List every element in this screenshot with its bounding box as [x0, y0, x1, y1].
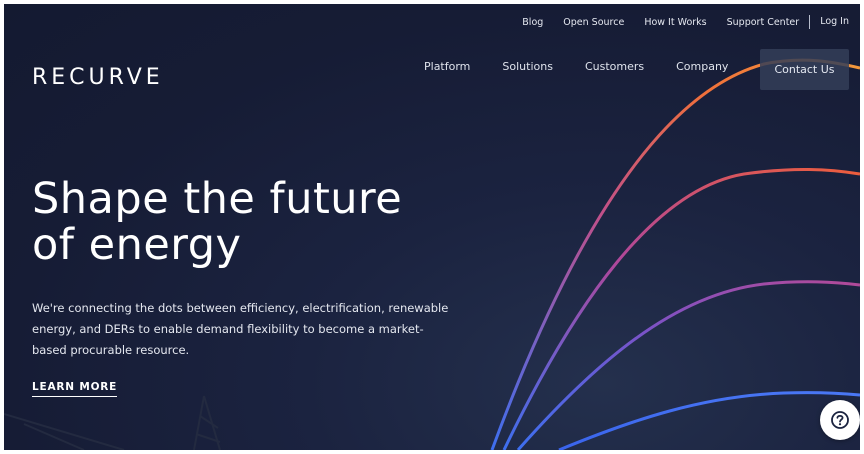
main-nav: Platform Solutions Customers Company — [424, 60, 760, 73]
hero-page: Blog Open Source How It Works Support Ce… — [4, 4, 860, 450]
learn-more-link[interactable]: LEARN MORE — [32, 381, 118, 397]
utility-nav-support-center[interactable]: Support Center — [727, 17, 800, 28]
login-link[interactable]: Log In — [809, 15, 849, 29]
nav-item-platform[interactable]: Platform — [424, 60, 470, 73]
arc-purple — [516, 280, 860, 450]
utility-nav-open-source[interactable]: Open Source — [563, 17, 624, 28]
hero-title-line-1: Shape the future — [32, 174, 403, 224]
utility-nav-how-it-works[interactable]: How It Works — [644, 17, 706, 28]
hero-title-line-2: of energy — [32, 220, 242, 270]
nav-item-customers[interactable]: Customers — [585, 60, 644, 73]
hero-title: Shape the future of energy — [32, 176, 402, 268]
hero-subtitle: We're connecting the dots between effici… — [32, 301, 449, 357]
nav-item-solutions[interactable]: Solutions — [502, 60, 553, 73]
recurve-logo[interactable]: RECURVE — [32, 65, 164, 90]
utility-nav-blog[interactable]: Blog — [522, 17, 543, 28]
arc-blue — [558, 391, 860, 450]
utility-nav: Blog Open Source How It Works Support Ce… — [502, 14, 860, 30]
help-button[interactable] — [820, 400, 860, 440]
question-circle-icon — [831, 411, 849, 429]
nav-item-company[interactable]: Company — [676, 60, 728, 73]
contact-us-button[interactable]: Contact Us — [760, 49, 849, 90]
